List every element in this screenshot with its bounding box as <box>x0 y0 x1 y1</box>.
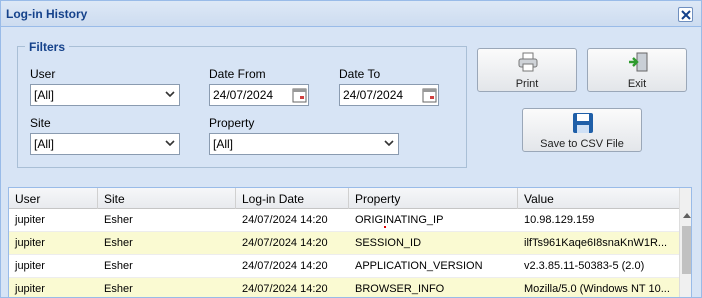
cell-property: APPLICATION_VERSION <box>355 260 483 272</box>
login-history-grid: User Site Log-in Date Property Value jup… <box>8 187 692 297</box>
window-title: Log-in History <box>6 7 88 21</box>
date-to-value: 24/07/2024 <box>343 88 404 102</box>
print-button[interactable]: Print <box>477 48 577 92</box>
close-icon <box>681 10 691 20</box>
printer-icon <box>518 52 538 72</box>
close-button[interactable] <box>678 7 693 22</box>
cell-login-date: 24/07/2024 14:20 <box>242 283 328 295</box>
date-to-field[interactable]: 24/07/2024 <box>339 84 439 106</box>
cell-site: Esher <box>104 283 133 295</box>
site-select[interactable]: [All] <box>30 133 180 155</box>
login-history-window: Log-in History Filters User [All] Date F… <box>0 0 702 298</box>
floppy-disk-icon <box>573 113 593 133</box>
column-header-value[interactable]: Value <box>518 188 679 209</box>
cell-user: jupiter <box>15 260 45 272</box>
cell-property: BROWSER_INFO <box>355 283 445 295</box>
cell-value: 10.98.129.159 <box>524 214 595 226</box>
table-row[interactable]: jupiter Esher 24/07/2024 14:20 SESSION_I… <box>9 232 679 255</box>
exit-door-icon <box>629 52 648 72</box>
user-select[interactable]: [All] <box>30 84 180 106</box>
date-to-label: Date To <box>339 67 381 81</box>
site-select-value: [All] <box>34 137 55 151</box>
table-row[interactable]: jupiter Esher 24/07/2024 14:20 APPLICATI… <box>9 255 679 278</box>
table-row[interactable]: jupiter Esher 24/07/2024 14:20 ORIGINATI… <box>9 209 679 232</box>
chevron-down-icon[interactable] <box>380 134 398 154</box>
property-select-value: [All] <box>213 137 234 151</box>
cell-login-date: 24/07/2024 14:20 <box>242 237 328 249</box>
column-header-user[interactable]: User <box>9 188 98 209</box>
date-from-value: 24/07/2024 <box>213 88 274 102</box>
property-select[interactable]: [All] <box>209 133 399 155</box>
save-csv-button[interactable]: Save to CSV File <box>522 108 642 152</box>
column-header-site[interactable]: Site <box>98 188 236 209</box>
cell-value: ilfTs961Kaqe6I8snaKnW1R... <box>524 237 668 249</box>
grid-header: User Site Log-in Date Property Value <box>9 188 679 209</box>
calendar-icon[interactable] <box>422 87 437 103</box>
scrollbar-thumb[interactable] <box>682 226 691 274</box>
cell-site: Esher <box>104 214 133 226</box>
cell-user: jupiter <box>15 237 45 249</box>
user-select-value: [All] <box>34 88 55 102</box>
user-label: User <box>30 67 56 81</box>
cell-value: Mozilla/5.0 (Windows NT 10... <box>524 283 670 295</box>
title-bar: Log-in History <box>1 1 701 27</box>
save-csv-label: Save to CSV File <box>540 138 624 150</box>
cell-property: ORIGINATING_IP <box>355 214 444 226</box>
cell-site: Esher <box>104 260 133 272</box>
cell-site: Esher <box>104 237 133 249</box>
cell-user: jupiter <box>15 214 45 226</box>
cell-login-date: 24/07/2024 14:20 <box>242 214 328 226</box>
exit-label: Exit <box>627 78 647 90</box>
column-header-login-date[interactable]: Log-in Date <box>236 188 349 209</box>
marker-dot <box>384 226 386 228</box>
cell-user: jupiter <box>15 283 45 295</box>
calendar-icon[interactable] <box>292 87 307 103</box>
chevron-down-icon[interactable] <box>161 85 179 105</box>
exit-button[interactable]: Exit <box>587 48 687 92</box>
date-from-label: Date From <box>209 67 266 81</box>
cell-property: SESSION_ID <box>355 237 422 249</box>
property-label: Property <box>209 116 255 130</box>
site-label: Site <box>30 116 51 130</box>
table-row[interactable]: jupiter Esher 24/07/2024 14:20 BROWSER_I… <box>9 278 679 297</box>
print-label: Print <box>515 78 539 90</box>
vertical-scrollbar[interactable] <box>679 188 691 297</box>
cell-value: v2.3.85.11-50383-5 (2.0) <box>524 260 645 272</box>
date-from-field[interactable]: 24/07/2024 <box>209 84 309 106</box>
cell-login-date: 24/07/2024 14:20 <box>242 260 328 272</box>
chevron-down-icon[interactable] <box>161 134 179 154</box>
column-header-property[interactable]: Property <box>349 188 518 209</box>
scroll-up-icon[interactable] <box>683 212 691 218</box>
filters-legend: Filters <box>25 40 70 54</box>
